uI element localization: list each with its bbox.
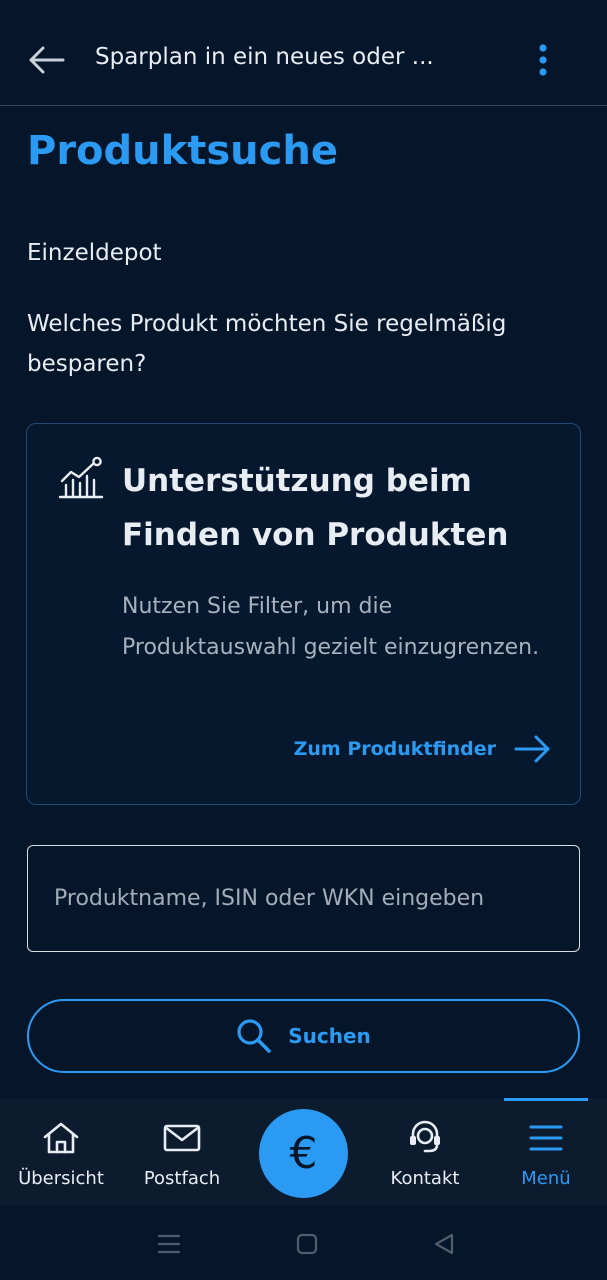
product-finder-card: Unterstützung beim Finden von Produkten …	[26, 423, 581, 805]
system-navigation-bar	[0, 1206, 607, 1280]
back-button[interactable]	[22, 38, 70, 82]
product-finder-link[interactable]: Zum Produktfinder	[294, 734, 552, 764]
system-home-button[interactable]	[287, 1228, 327, 1260]
product-search-input[interactable]	[27, 845, 580, 952]
search-button-label: Suchen	[288, 1024, 371, 1048]
product-finder-link-label: Zum Produktfinder	[293, 738, 496, 760]
euro-action-button[interactable]: €	[259, 1109, 348, 1198]
card-title: Unterstützung beim Finden von Produkten	[122, 463, 509, 553]
arrow-right-icon	[514, 735, 550, 763]
chart-growth-icon	[58, 456, 104, 499]
nav-label-menu: Menü	[521, 1168, 571, 1189]
back-triangle-icon	[434, 1233, 454, 1255]
mail-icon	[163, 1124, 201, 1152]
nav-item-mailbox[interactable]: Postfach	[127, 1098, 237, 1206]
search-icon	[237, 1019, 272, 1053]
home-square-icon	[296, 1233, 318, 1255]
home-icon	[43, 1122, 79, 1154]
arrow-left-icon	[29, 46, 65, 74]
system-recents-button[interactable]	[149, 1228, 189, 1260]
menu-icon	[529, 1125, 563, 1151]
nav-label-overview: Übersicht	[18, 1168, 104, 1189]
app-bar: Sparplan in ein neues oder ...	[0, 0, 607, 106]
more-options-button[interactable]	[524, 38, 562, 82]
system-back-button[interactable]	[424, 1228, 464, 1260]
recents-icon	[157, 1234, 181, 1254]
nav-label-contact: Kontakt	[390, 1168, 460, 1189]
card-description: Nutzen Sie Filter, um die Produktauswahl…	[122, 594, 540, 660]
question-text: Welches Produkt möchten Sie regelmäßig b…	[27, 311, 507, 377]
depot-label: Einzeldepot	[27, 240, 162, 266]
search-button[interactable]: Suchen	[27, 999, 580, 1073]
screen: Sparplan in ein neues oder ... Produktsu…	[0, 0, 607, 1280]
page-header-title: Sparplan in ein neues oder ...	[95, 44, 434, 70]
euro-icon: €	[289, 1128, 318, 1179]
nav-item-overview[interactable]: Übersicht	[6, 1098, 116, 1206]
more-vertical-icon	[539, 44, 547, 76]
nav-item-contact[interactable]: Kontakt	[370, 1098, 480, 1206]
nav-item-menu[interactable]: Menü	[491, 1098, 601, 1206]
nav-label-mailbox: Postfach	[143, 1168, 221, 1189]
headset-icon	[410, 1120, 440, 1153]
page-title: Produktsuche	[27, 128, 338, 174]
